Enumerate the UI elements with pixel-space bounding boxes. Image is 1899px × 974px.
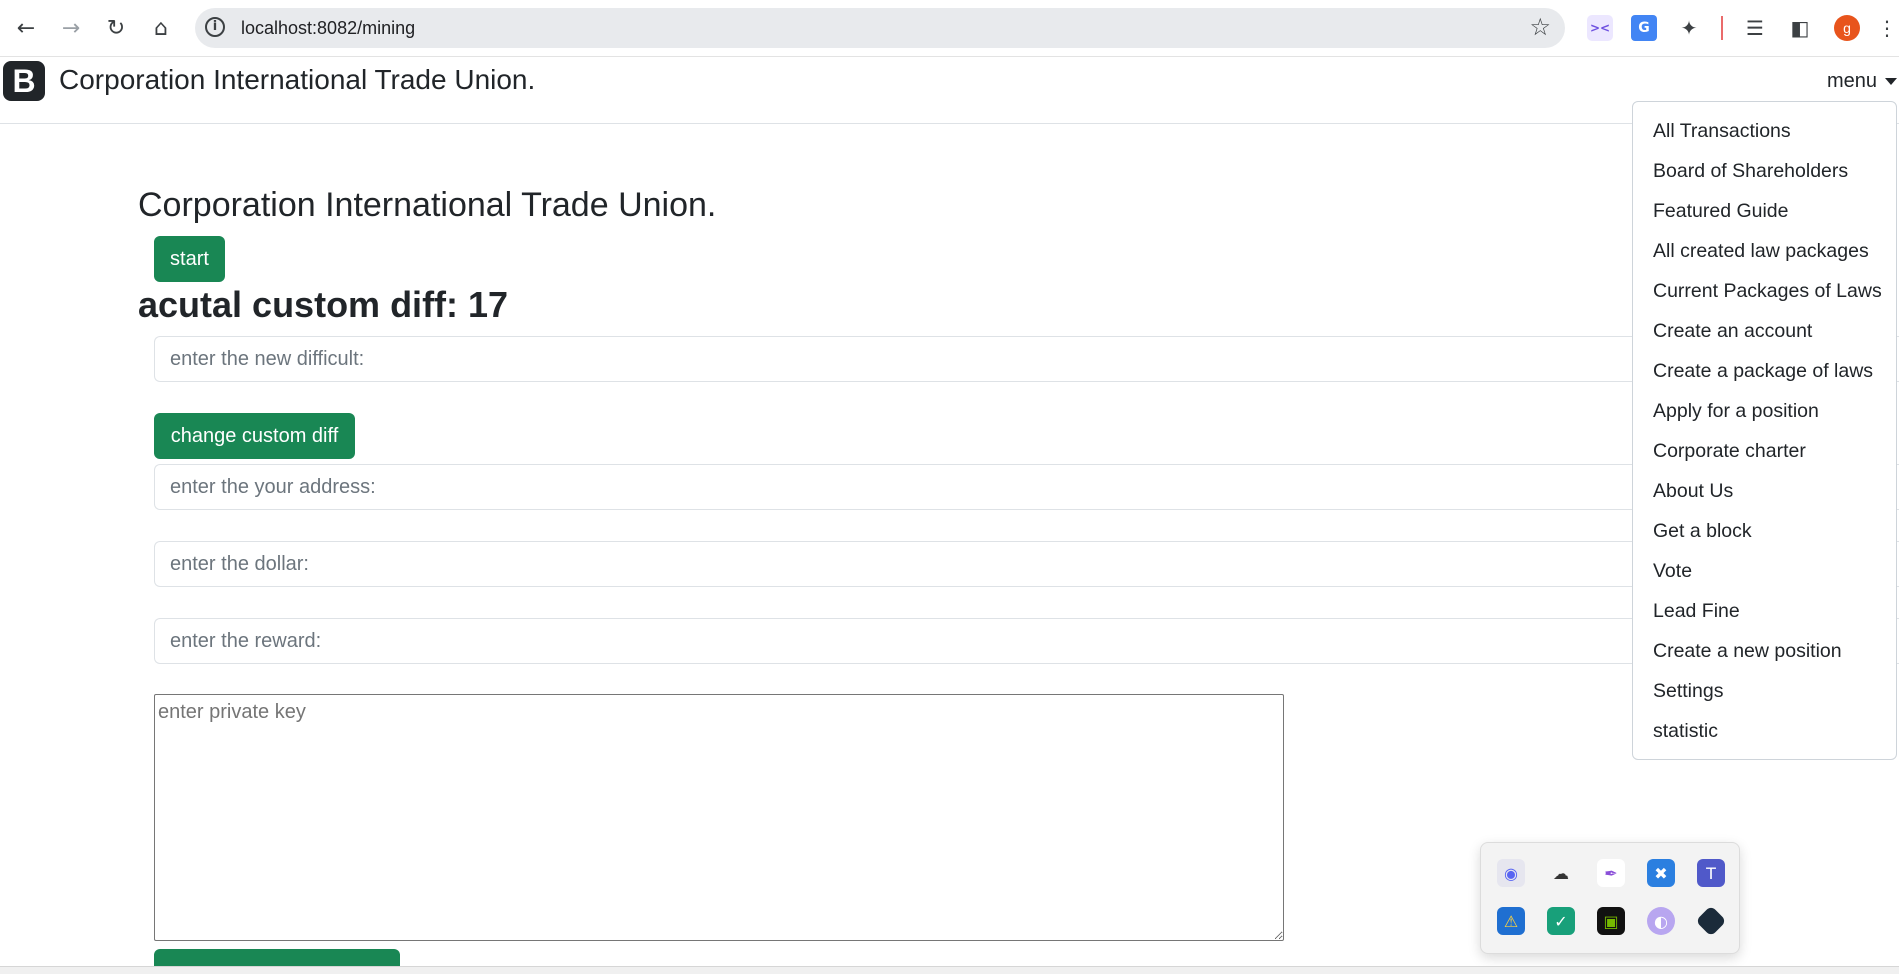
defender-warning-icon[interactable]: ⚠ [1497, 907, 1525, 935]
nvidia-icon[interactable]: ▣ [1597, 907, 1625, 935]
menu-item-create-a-package-of-laws[interactable]: Create a package of laws [1633, 351, 1896, 391]
address-bar[interactable]: i localhost:8082/mining ☆ [195, 8, 1565, 48]
reload-icon[interactable]: ↻ [98, 10, 134, 46]
menu-item-create-a-new-position[interactable]: Create a new position [1633, 631, 1896, 671]
discord-icon[interactable]: ◉ [1497, 859, 1525, 887]
menu-item-get-a-block[interactable]: Get a block [1633, 511, 1896, 551]
star-icon[interactable]: ☆ [1529, 13, 1551, 41]
toolbar-divider [1721, 16, 1723, 40]
menu-item-settings[interactable]: Settings [1633, 671, 1896, 711]
caret-down-icon [1885, 78, 1897, 86]
menu-toggle[interactable]: menu [1827, 70, 1897, 93]
onedrive-icon[interactable]: ☁ [1547, 859, 1575, 887]
menu-item-all-created-law-packages[interactable]: All created law packages [1633, 231, 1896, 271]
teams-icon[interactable]: T [1697, 859, 1725, 887]
menu-item-about-us[interactable]: About Us [1633, 471, 1896, 511]
brand-title[interactable]: Corporation International Trade Union. [59, 64, 535, 96]
start-button[interactable]: start [154, 236, 225, 282]
private-key-textarea[interactable] [154, 694, 1284, 941]
kebab-menu-icon[interactable]: ⋮ [1877, 15, 1897, 41]
menu-item-vote[interactable]: Vote [1633, 551, 1896, 591]
shield-icon[interactable]: ✓ [1547, 907, 1575, 935]
menu-item-current-packages-of-laws[interactable]: Current Packages of Laws [1633, 271, 1896, 311]
ai-extension-icon[interactable]: >< [1587, 15, 1613, 41]
home-icon[interactable]: ⌂ [143, 10, 179, 46]
menu-item-create-an-account[interactable]: Create an account [1633, 311, 1896, 351]
diamond-icon[interactable] [1695, 905, 1727, 937]
menu-item-all-transactions[interactable]: All Transactions [1633, 111, 1896, 151]
url-text[interactable]: localhost:8082/mining [241, 18, 415, 39]
menu-label: menu [1826, 70, 1877, 92]
feather-icon[interactable]: ✒ [1597, 859, 1625, 887]
security-icon[interactable]: ✖ [1647, 859, 1675, 887]
menu-item-apply-for-a-position[interactable]: Apply for a position [1633, 391, 1896, 431]
translate-icon[interactable]: G [1631, 15, 1657, 41]
brand-logo[interactable]: B [3, 61, 45, 101]
menu-item-board-of-shareholders[interactable]: Board of Shareholders [1633, 151, 1896, 191]
site-navbar: B Corporation International Trade Union.… [0, 57, 1899, 124]
avatar[interactable]: g [1834, 15, 1860, 41]
system-tray-popup: ◉ ☁ ✒ ✖ T ⚠ ✓ ▣ ◐ [1480, 842, 1740, 954]
custom-diff-heading: acutal custom diff: 17 [138, 284, 509, 325]
puzzle-icon[interactable]: ✦ [1676, 15, 1702, 41]
menu-dropdown: All Transactions Board of Shareholders F… [1632, 101, 1897, 760]
media-icon[interactable]: ☰ [1742, 15, 1768, 41]
forward-icon[interactable]: → [53, 10, 89, 46]
menu-item-corporate-charter[interactable]: Corporate charter [1633, 431, 1896, 471]
menu-item-lead-fine[interactable]: Lead Fine [1633, 591, 1896, 631]
menu-item-featured-guide[interactable]: Featured Guide [1633, 191, 1896, 231]
change-diff-button[interactable]: change custom diff [154, 413, 355, 459]
side-panel-icon[interactable]: ◧ [1787, 15, 1813, 41]
browser-toolbar: ← → ↻ ⌂ i localhost:8082/mining ☆ >< G ✦… [0, 0, 1899, 57]
page-title: Corporation International Trade Union. [138, 186, 717, 224]
menu-item-statistic[interactable]: statistic [1633, 711, 1896, 751]
back-icon[interactable]: ← [8, 10, 44, 46]
browser-icon[interactable]: ◐ [1647, 907, 1675, 935]
info-icon[interactable]: i [205, 17, 225, 37]
